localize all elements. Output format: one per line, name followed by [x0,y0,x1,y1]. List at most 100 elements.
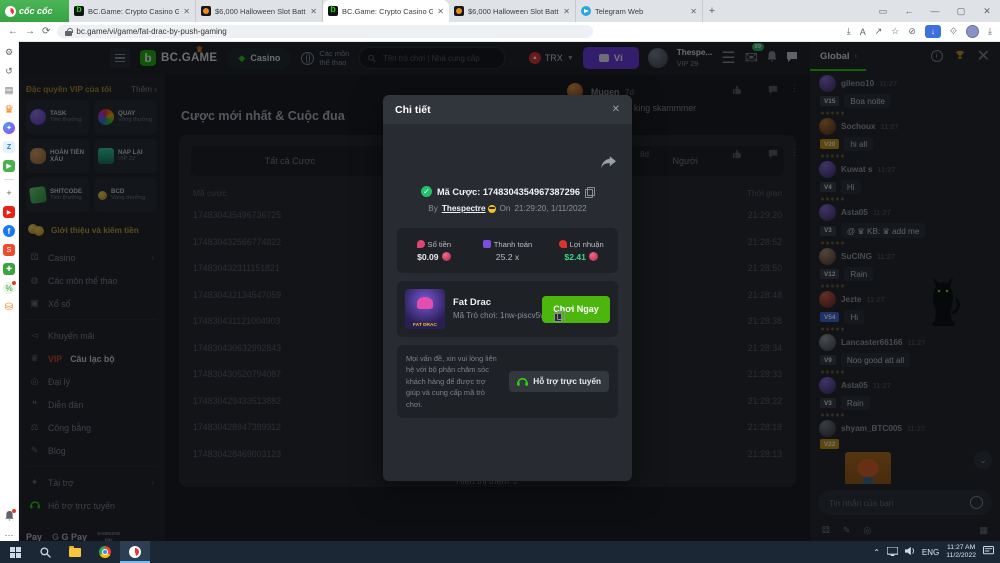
language-indicator[interactable]: ENG [922,548,939,557]
shopee-icon[interactable]: S [3,244,15,256]
tab-close-icon[interactable]: ✕ [437,7,444,16]
translate-icon[interactable]: A [860,27,866,37]
media-popup-icon[interactable]: ▭ [870,6,896,17]
volume-icon[interactable] [905,543,915,561]
url-bar[interactable]: bc.game/vi/game/fat-drac-by-push-gaming [57,25,593,38]
coccoc-taskbar-icon[interactable] [120,541,150,563]
profile-avatar-icon[interactable] [966,25,979,38]
coccoc-logo-icon [5,6,16,17]
tab-close-icon[interactable]: ✕ [183,7,190,16]
bet-username-link[interactable]: Thespectre [442,204,496,213]
headset-icon [517,377,528,386]
coin-icon [442,252,451,261]
stat-profit: Lợi nhuận $2.41 [544,228,618,273]
modal-close-icon[interactable]: ✕ [612,104,620,115]
back-icon[interactable]: ← [8,26,18,37]
lock-icon [65,28,72,36]
browser-side-rail: ⚙ ↺ ▤ ♛ ✦ Z ▶ + ▶ f S ✚ % ⛁ ⋯ [0,41,19,541]
system-tray: ⌃ ENG 11:27 AM 11/2/2022 [873,543,1000,561]
downloads-tray-icon[interactable]: ⤓ [988,26,992,37]
sunglasses-emoji [488,205,496,213]
back-window-icon[interactable]: ← [896,6,922,16]
network-icon[interactable] [887,543,898,561]
cart-icon[interactable]: ⛁ [3,301,15,313]
bet-id-line: ✓ Mã Cược: 1748304354967387296 [397,124,618,197]
bcgame-site: b ♛ BC.GAME ◆ Casino Các môn thể thao [18,41,1000,541]
browser-tab-1[interactable]: BC.Game: Crypto Casino Gan ✕ [69,0,196,22]
chrome-taskbar-icon[interactable] [90,541,120,563]
messenger-icon[interactable]: ✦ [3,122,15,134]
share-icon[interactable]: ↗ [875,26,883,37]
divider [4,179,14,180]
notification-bell-icon[interactable] [3,510,15,522]
action-center-icon[interactable] [983,543,994,561]
file-explorer-icon[interactable] [60,541,90,563]
windows-taskbar: ⌃ ENG 11:27 AM 11/2/2022 [0,541,1000,563]
browser-toolbar: ← → ⟳ bc.game/vi/game/fat-drac-by-push-g… [0,22,1000,42]
modal-title: Chi tiết [395,104,431,116]
money-icon [417,240,425,248]
bet-details-modal: Chi tiết ✕ ✓ Mã Cược: 174830435496738729… [383,95,632,481]
tab-title: $6,000 Halloween Slot Battle [215,7,306,16]
game-info: Fat Drac Mã Trò chơi: 1nw-piscv5v... [453,296,534,322]
wallet-icon [483,240,491,248]
game-thumbnail[interactable]: FAT DRAC [405,289,445,329]
copy-icon[interactable] [585,187,594,197]
reading-list-icon[interactable]: ▤ [3,84,15,96]
game-code: Mã Trò chơi: 1nw-piscv5v... [453,310,550,322]
start-button[interactable] [0,541,30,563]
browser-tab-3-active[interactable]: BC.Game: Crypto Casino Gan ✕ [323,0,449,22]
facebook-icon[interactable]: f [3,225,15,237]
bet-id: 1748304354967387296 [483,187,580,197]
coccoc-brand: cốc cốc [0,0,69,22]
adblock-shield-icon[interactable]: ⊘ [908,26,916,37]
modal-body: ✓ Mã Cược: 1748304354967387296 By Thespe… [383,124,632,481]
verified-check-icon: ✓ [421,186,432,197]
browser-tabbar: cốc cốc BC.Game: Crypto Casino Gan ✕ $6,… [0,0,1000,22]
modal-header: Chi tiết ✕ [383,95,632,124]
share-bet-icon[interactable] [601,156,616,174]
support-note: Mọi vấn đề, xin vui lòng liên hệ với bộ … [397,345,618,418]
more-icon[interactable]: ⋯ [3,529,15,541]
history-icon[interactable]: ↺ [3,65,15,77]
tray-expand-icon[interactable]: ⌃ [873,548,880,557]
forward-icon[interactable]: → [25,26,35,37]
tab-close-icon[interactable]: ✕ [690,7,697,16]
coin-icon [589,252,598,261]
tab-close-icon[interactable]: ✕ [563,7,570,16]
deal-icon[interactable]: % [3,282,15,294]
download-manager-icon[interactable]: ↓ [925,25,941,38]
shop-tree-icon[interactable]: ✚ [3,263,15,275]
save-page-icon[interactable]: ⤓ [847,26,851,37]
reload-icon[interactable]: ⟳ [42,26,50,37]
bookmark-star-icon[interactable]: ☆ [891,26,899,37]
zalo-icon[interactable]: Z [3,141,15,153]
youtube-icon[interactable]: ▶ [3,206,15,218]
settings-gear-icon[interactable]: ⚙ [3,46,15,58]
tab-title: BC.Game: Crypto Casino Gan [88,7,179,16]
games-icon[interactable]: ▶ [3,160,15,172]
browser-tab-5[interactable]: Telegram Web ✕ [576,0,703,22]
minimize-button[interactable]: — [922,6,948,16]
browser-tab-4[interactable]: $6,000 Halloween Slot Battle ✕ [449,0,576,22]
live-support-button[interactable]: Hỗ trợ trực tuyến [509,371,609,392]
stat-amount: Số tiền $0.09 [397,228,471,273]
tab-title: BC.Game: Crypto Casino Gan [342,7,433,16]
taskbar-clock[interactable]: 11:27 AM 11/2/2022 [946,544,976,561]
toolbar-icons: ⤓ A ↗ ☆ ⊘ ↓ ⟐ ⤓ [847,25,992,38]
browser-tab-2[interactable]: $6,000 Halloween Slot Battle ✕ [196,0,323,22]
new-tab-button[interactable]: + [703,0,721,22]
url-text: bc.game/vi/game/fat-drac-by-push-gaming [76,27,226,36]
game-thumb-caption: FAT DRAC [405,323,445,328]
taskbar-search-icon[interactable] [30,541,60,563]
maximize-button[interactable]: ▢ [948,6,974,17]
extension-icon[interactable]: ⟐ [950,26,957,37]
tab-close-icon[interactable]: ✕ [310,7,317,16]
stat-payout: Thanh toán 25.2 x [471,228,545,273]
add-shortcut-icon[interactable]: + [3,187,15,199]
play-now-button[interactable]: Chơi Ngay [542,296,610,323]
profit-icon [559,240,567,248]
bcgame-favicon [74,6,84,16]
close-button[interactable]: ✕ [974,6,1000,17]
crown-rewards-icon[interactable]: ♛ [3,103,15,115]
